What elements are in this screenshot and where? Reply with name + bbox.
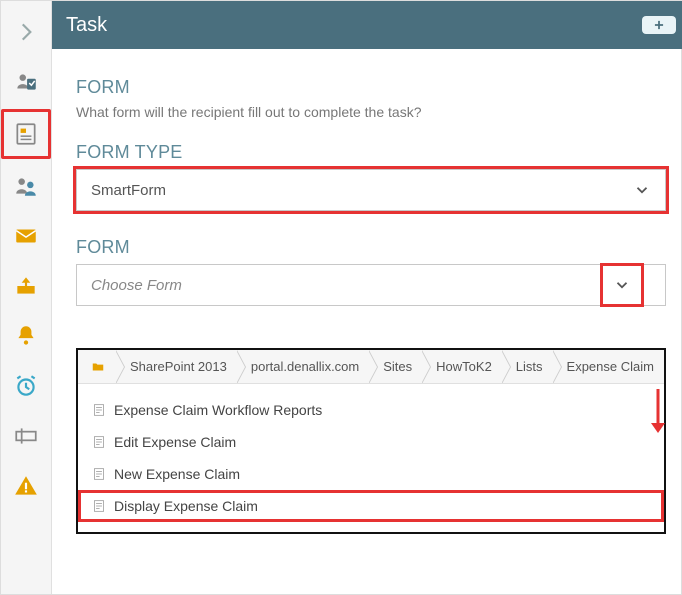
left-icon-rail xyxy=(1,1,52,594)
breadcrumb-root[interactable] xyxy=(84,350,116,384)
form-select-expand[interactable] xyxy=(600,263,644,307)
nav-actions[interactable] xyxy=(3,413,49,459)
plus-icon xyxy=(652,18,666,32)
picker-item[interactable]: New Expense Claim xyxy=(78,458,664,490)
picker-item[interactable]: Expense Claim Workflow Reports xyxy=(78,394,664,426)
collapse-toggle[interactable] xyxy=(3,9,49,55)
nav-errors[interactable] xyxy=(3,463,49,509)
form-type-value: SmartForm xyxy=(91,182,166,199)
breadcrumb-item[interactable]: Sites xyxy=(369,350,422,384)
picker-item-display-expense-claim[interactable]: Display Expense Claim xyxy=(78,490,664,522)
warning-icon xyxy=(13,473,39,499)
breadcrumb-item[interactable]: Lists xyxy=(502,350,553,384)
add-badge[interactable] xyxy=(642,16,676,34)
nav-reminder[interactable] xyxy=(3,313,49,359)
nav-email[interactable] xyxy=(3,213,49,259)
form-item-icon xyxy=(92,403,106,417)
clipboard-user-icon xyxy=(13,69,39,95)
form-picker-list: Expense Claim Workflow Reports Edit Expe… xyxy=(78,384,664,532)
chevron-down-icon xyxy=(613,276,631,294)
breadcrumb-item[interactable]: SharePoint 2013 xyxy=(116,350,237,384)
nav-outbox[interactable] xyxy=(3,263,49,309)
mail-icon xyxy=(13,223,39,249)
alarm-clock-icon xyxy=(13,373,39,399)
form-select-placeholder: Choose Form xyxy=(91,277,182,294)
form-item-icon xyxy=(92,435,106,449)
outbox-icon xyxy=(13,273,39,299)
header-title: Task xyxy=(66,14,107,37)
folder-icon xyxy=(90,360,106,374)
task-header: Task xyxy=(52,1,682,49)
nav-assignee[interactable] xyxy=(3,59,49,105)
users-icon xyxy=(13,173,39,199)
text-cursor-icon xyxy=(13,423,39,449)
breadcrumb-item[interactable]: Expense Claim xyxy=(553,350,664,384)
breadcrumb-item[interactable]: portal.denallix.com xyxy=(237,350,369,384)
bell-icon xyxy=(13,323,39,349)
breadcrumb: SharePoint 2013 portal.denallix.com Site… xyxy=(78,350,664,384)
form-helper-text: What form will the recipient fill out to… xyxy=(76,104,666,120)
form-picker-panel: SharePoint 2013 portal.denallix.com Site… xyxy=(76,348,666,534)
breadcrumb-item[interactable]: HowToK2 xyxy=(422,350,502,384)
section-form-heading: FORM xyxy=(76,77,666,98)
form-icon xyxy=(13,121,39,147)
nav-form[interactable] xyxy=(1,109,51,159)
picker-item[interactable]: Edit Expense Claim xyxy=(78,426,664,458)
section-form-select-heading: FORM xyxy=(76,237,666,258)
annotation-arrow xyxy=(648,387,668,435)
form-item-icon xyxy=(92,499,106,513)
nav-recipients[interactable] xyxy=(3,163,49,209)
chevron-right-icon xyxy=(13,19,39,45)
nav-deadline[interactable] xyxy=(3,363,49,409)
chevron-down-icon xyxy=(633,181,651,199)
section-form-type-heading: FORM TYPE xyxy=(76,142,666,163)
form-item-icon xyxy=(92,467,106,481)
form-select[interactable]: Choose Form xyxy=(76,264,666,306)
form-type-select[interactable]: SmartForm xyxy=(76,169,666,211)
